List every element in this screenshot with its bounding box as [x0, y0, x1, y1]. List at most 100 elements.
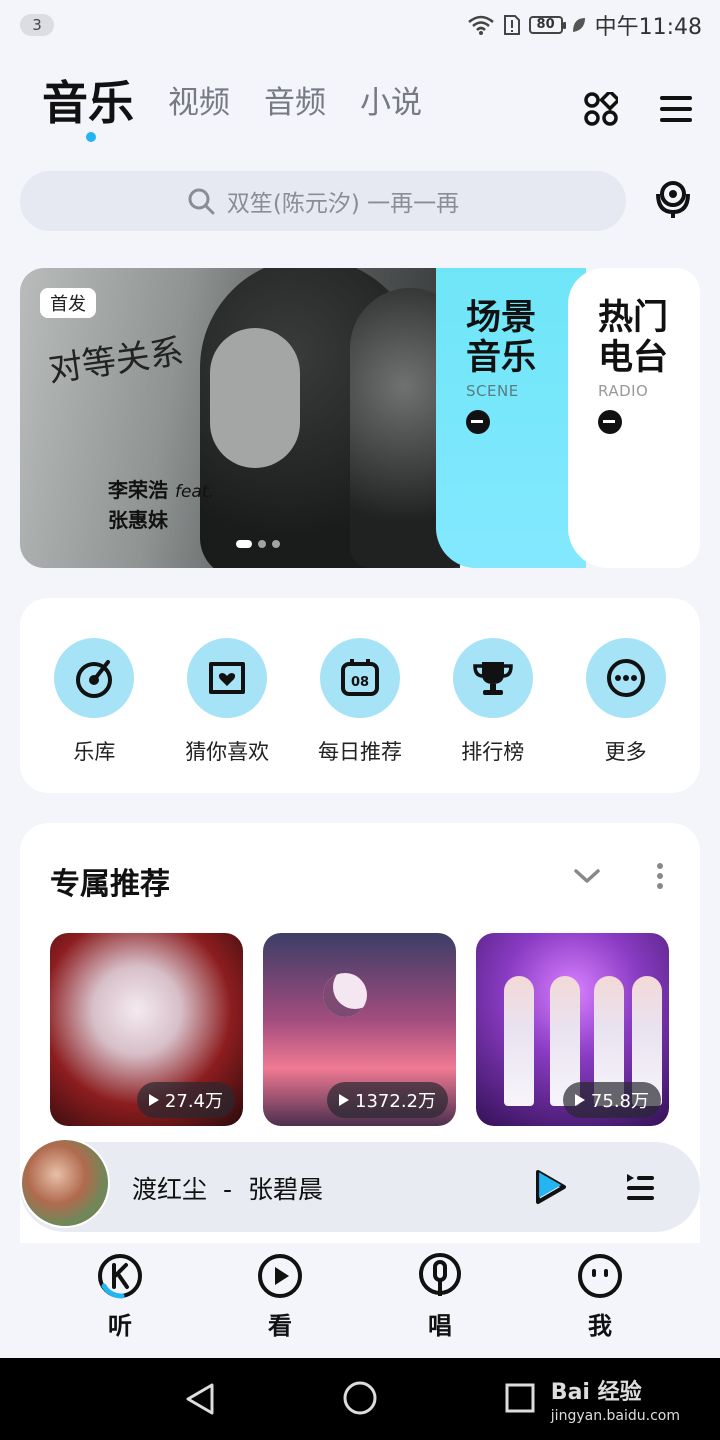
scene-arrow-icon — [466, 410, 490, 434]
sing-mic-icon — [419, 1253, 461, 1296]
entry-daily-recommend[interactable]: 08 每日推荐 — [300, 598, 420, 793]
watermark-brand: Bai 经验 — [550, 1380, 642, 1405]
entry-guess-you-like[interactable]: 猜你喜欢 — [167, 598, 287, 793]
nav-label: 我 — [588, 1312, 612, 1340]
entry-music-library[interactable]: 乐库 — [34, 598, 154, 793]
play-button-icon[interactable] — [532, 1168, 568, 1206]
heart-box-icon-bg — [187, 638, 268, 718]
watermark-url: jingyan.baidu.com — [550, 1408, 680, 1424]
calendar-icon-bg: 08 — [319, 638, 400, 718]
me-face-icon — [578, 1254, 622, 1298]
search-bar[interactable]: 双笙(陈元汐) 一再一再 — [20, 171, 626, 231]
trophy-icon — [473, 662, 513, 695]
play-icon — [574, 1094, 585, 1106]
playlist-queue-icon[interactable] — [624, 1170, 656, 1202]
listen-k-icon — [98, 1254, 142, 1299]
radio-arrow-icon — [598, 410, 622, 434]
home-icon[interactable] — [342, 1380, 378, 1416]
entry-leaderboard[interactable]: 排行榜 — [433, 598, 553, 793]
voice-search-icon[interactable] — [654, 180, 692, 220]
baidu-watermark: Bai 经验 jingyan.baidu.com — [551, 1374, 680, 1424]
apps-grid-icon[interactable] — [584, 92, 618, 126]
playlist-cards: 27.4万 1372.2万 75.8万 — [50, 933, 669, 1126]
moon-illustration — [323, 973, 367, 1017]
play-icon — [339, 1094, 350, 1106]
section-title: 专属推荐 — [50, 867, 170, 902]
tab-video[interactable]: 视频 — [168, 78, 230, 128]
sim-alert-icon — [503, 15, 520, 35]
song-artist: 张碧晨 — [247, 1175, 323, 1204]
notification-count-badge: 3 — [20, 14, 54, 36]
radio-title-2: 电台 — [598, 338, 669, 378]
more-dots-icon — [606, 659, 645, 697]
music-library-icon — [76, 660, 113, 698]
nav-me[interactable]: 我 — [550, 1244, 650, 1358]
song-title: 渡红尘 — [132, 1175, 208, 1204]
search-icon — [188, 188, 215, 215]
playlist-card[interactable]: 1372.2万 — [263, 933, 456, 1126]
status-indicators: 80 中午11:48 — [467, 10, 702, 40]
performer-figure — [504, 976, 534, 1106]
carousel-indicator — [236, 540, 280, 548]
play-icon — [148, 1094, 159, 1106]
calendar-day-text: 08 — [351, 675, 369, 690]
bottom-navigation: 听 看 唱 我 — [0, 1244, 720, 1358]
entry-label: 乐库 — [73, 740, 116, 764]
tab-novel[interactable]: 小说 — [360, 78, 422, 128]
chevron-down-icon[interactable] — [574, 868, 600, 884]
premiere-badge: 首发 — [40, 288, 96, 318]
entry-label: 猜你喜欢 — [185, 740, 270, 764]
nav-listen[interactable]: 听 — [70, 1244, 170, 1358]
leaf-icon — [572, 18, 585, 32]
now-playing-title: 渡红尘 - 张碧晨 — [132, 1170, 323, 1206]
credit-feat: feat. — [174, 482, 214, 502]
play-count-badge: 75.8万 — [562, 1082, 661, 1118]
nav-label: 看 — [268, 1312, 292, 1340]
banner-face — [210, 328, 300, 468]
top-tabs: 音乐 视频 音频 小说 — [42, 78, 422, 142]
active-tab-dot — [86, 132, 96, 142]
wifi-icon — [467, 15, 494, 35]
banner-credit: 李荣浩 feat. 张惠妹 — [108, 476, 214, 534]
header-actions — [584, 92, 692, 126]
promo-banner[interactable]: 首发 对等关系 李荣浩 feat. 张惠妹 场景 音乐 SCENE 热门 电台 … — [20, 268, 700, 568]
system-navigation-bar: Bai 经验 jingyan.baidu.com — [0, 1358, 720, 1440]
section-actions — [574, 863, 664, 889]
quick-entry-panel: 乐库 猜你喜欢 08 每日推荐 排行榜 更多 — [20, 598, 700, 793]
trophy-icon-bg — [452, 638, 533, 718]
nav-label: 听 — [108, 1312, 132, 1340]
play-count-badge: 1372.2万 — [327, 1082, 448, 1118]
status-time: 中午11:48 — [594, 15, 702, 40]
status-bar: 3 80 中午11:48 — [0, 0, 720, 50]
nav-watch[interactable]: 看 — [230, 1244, 330, 1358]
battery-indicator: 80 — [528, 16, 566, 34]
nav-label: 唱 — [428, 1312, 452, 1340]
banner-image[interactable]: 首发 对等关系 李荣浩 feat. 张惠妹 — [20, 268, 470, 568]
now-playing-cover[interactable] — [20, 1138, 110, 1228]
radio-subtitle: RADIO — [598, 382, 649, 400]
music-library-icon-bg — [54, 638, 135, 718]
hot-radio-card[interactable]: 热门 电台 RADIO — [568, 268, 700, 568]
more-icon-bg — [585, 638, 666, 718]
recents-icon[interactable] — [504, 1382, 536, 1414]
entry-label: 排行榜 — [461, 740, 525, 764]
radio-title-1: 热门 — [598, 298, 669, 338]
credit-artist-2: 张惠妹 — [108, 508, 168, 532]
search-placeholder: 双笙(陈元汐) 一再一再 — [226, 191, 460, 217]
handwritten-title: 对等关系 — [45, 331, 187, 391]
back-icon[interactable] — [184, 1382, 216, 1416]
tab-audio[interactable]: 音频 — [264, 78, 326, 128]
playlist-card[interactable]: 75.8万 — [476, 933, 669, 1126]
mini-player[interactable]: 渡红尘 - 张碧晨 — [20, 1138, 700, 1232]
scene-music-card[interactable]: 场景 音乐 SCENE — [436, 268, 586, 568]
watch-play-icon — [258, 1254, 302, 1298]
tab-music[interactable]: 音乐 — [42, 78, 134, 142]
play-count: 27.4万 — [164, 1091, 223, 1112]
nav-sing[interactable]: 唱 — [390, 1244, 490, 1358]
play-count: 1372.2万 — [355, 1091, 436, 1112]
playlist-card[interactable]: 27.4万 — [50, 933, 243, 1126]
more-vertical-icon[interactable] — [656, 863, 664, 889]
entry-label: 每日推荐 — [317, 740, 402, 764]
menu-icon[interactable] — [660, 95, 692, 123]
entry-more[interactable]: 更多 — [566, 598, 686, 793]
